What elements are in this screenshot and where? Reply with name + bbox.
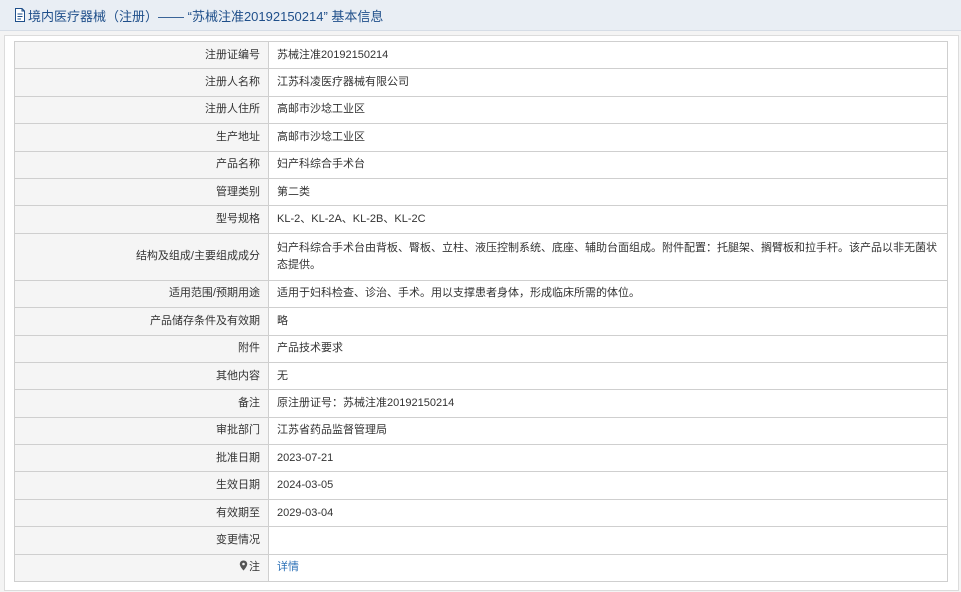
- field-value: 江苏科凌医疗器械有限公司: [268, 68, 948, 97]
- table-row-note: 注 详情: [14, 553, 948, 583]
- field-value: 高邮市沙埝工业区: [268, 95, 948, 125]
- field-label: 批准日期: [14, 444, 269, 473]
- field-value: 无: [268, 361, 948, 391]
- table-row: 生产地址 高邮市沙埝工业区: [14, 123, 948, 152]
- table-row: 变更情况: [14, 526, 948, 555]
- field-value: 妇产科综合手术台: [268, 150, 948, 179]
- table-row: 注册证编号 苏械注准20192150214: [14, 40, 948, 70]
- field-value: 江苏省药品监督管理局: [268, 416, 948, 446]
- table-row: 管理类别 第二类: [14, 177, 948, 207]
- field-label: 注册人住所: [14, 95, 269, 125]
- field-label: 审批部门: [14, 416, 269, 446]
- table-row: 批准日期 2023-07-21: [14, 444, 948, 473]
- field-label: 产品名称: [14, 150, 269, 179]
- table-row: 生效日期 2024-03-05: [14, 471, 948, 500]
- page-header: 境内医疗器械（注册）—— “苏械注准20192150214” 基本信息: [0, 0, 961, 31]
- field-label: 其他内容: [14, 361, 269, 391]
- field-label: 生效日期: [14, 471, 269, 500]
- info-panel: 注册证编号 苏械注准20192150214 注册人名称 江苏科凌医疗器械有限公司 注册人…: [4, 35, 959, 591]
- note-value-cell: 详情: [268, 553, 948, 583]
- field-label: 产品储存条件及有效期: [14, 307, 269, 336]
- field-value: 略: [268, 307, 948, 336]
- field-label: 有效期至: [14, 498, 269, 528]
- field-value: 2024-03-05: [268, 471, 948, 500]
- table-row: 产品储存条件及有效期略: [14, 307, 948, 336]
- page-title: 境内医疗器械（注册）—— “苏械注准20192150214” 基本信息: [28, 8, 384, 24]
- table-row: 结构及组成/主要组成成分 妇产科综合手术台由背板、臀板、立柱、液压控制系统、底座、…: [14, 232, 948, 281]
- document-icon: [14, 8, 26, 22]
- table-row: 注册人名称 江苏科凌医疗器械有限公司: [14, 68, 948, 97]
- field-label: 型号规格: [14, 205, 269, 234]
- field-label: 结构及组成/主要组成成分: [14, 232, 269, 281]
- note-label: 注: [249, 561, 260, 574]
- field-label: 生产地址: [14, 123, 269, 152]
- field-value: 产品技术要求: [268, 334, 948, 363]
- field-label: 管理类别: [14, 177, 269, 207]
- field-value: 2029-03-04: [268, 498, 948, 528]
- table-row: 型号规格 KL-2、KL-2A、KL-2B、KL-2C: [14, 205, 948, 234]
- field-value: 原注册证号：苏械注准20192150214: [268, 389, 948, 418]
- field-value: 苏械注准20192150214: [268, 40, 948, 70]
- field-value: 妇产科综合手术台由背板、臀板、立柱、液压控制系统、底座、辅助台面组成。附件配置：…: [268, 232, 948, 281]
- field-value: [268, 526, 948, 555]
- pin-icon: [239, 560, 248, 571]
- field-value: 适用于妇科检查、诊治、手术。用以支撑患者身体，形成临床所需的体位。: [268, 279, 948, 309]
- note-label-cell: 注: [14, 553, 269, 583]
- table-row: 备注 原注册证号：苏械注准20192150214: [14, 389, 948, 418]
- table-row: 注册人住所 高邮市沙埝工业区: [14, 95, 948, 125]
- table-row: 附件 产品技术要求: [14, 334, 948, 363]
- field-label: 注册人名称: [14, 68, 269, 97]
- table-row: 产品名称 妇产科综合手术台: [14, 150, 948, 179]
- field-value: 2023-07-21: [268, 444, 948, 473]
- detail-link[interactable]: 详情: [277, 561, 299, 573]
- field-label: 变更情况: [14, 526, 269, 555]
- field-label: 注册证编号: [14, 40, 269, 70]
- field-label: 备注: [14, 389, 269, 418]
- field-label: 附件: [14, 334, 269, 363]
- field-value: 第二类: [268, 177, 948, 207]
- field-label: 适用范围/预期用途: [14, 279, 269, 309]
- table-row: 适用范围/预期用途 适用于妇科检查、诊治、手术。用以支撑患者身体，形成临床所需的体…: [14, 279, 948, 309]
- field-value: 高邮市沙埝工业区: [268, 123, 948, 152]
- table-row: 其他内容无: [14, 361, 948, 391]
- table-row: 审批部门 江苏省药品监督管理局: [14, 416, 948, 446]
- field-value: KL-2、KL-2A、KL-2B、KL-2C: [268, 205, 948, 234]
- table-row: 有效期至 2029-03-04: [14, 498, 948, 528]
- info-table: 注册证编号 苏械注准20192150214 注册人名称 江苏科凌医疗器械有限公司 注册人…: [14, 40, 948, 583]
